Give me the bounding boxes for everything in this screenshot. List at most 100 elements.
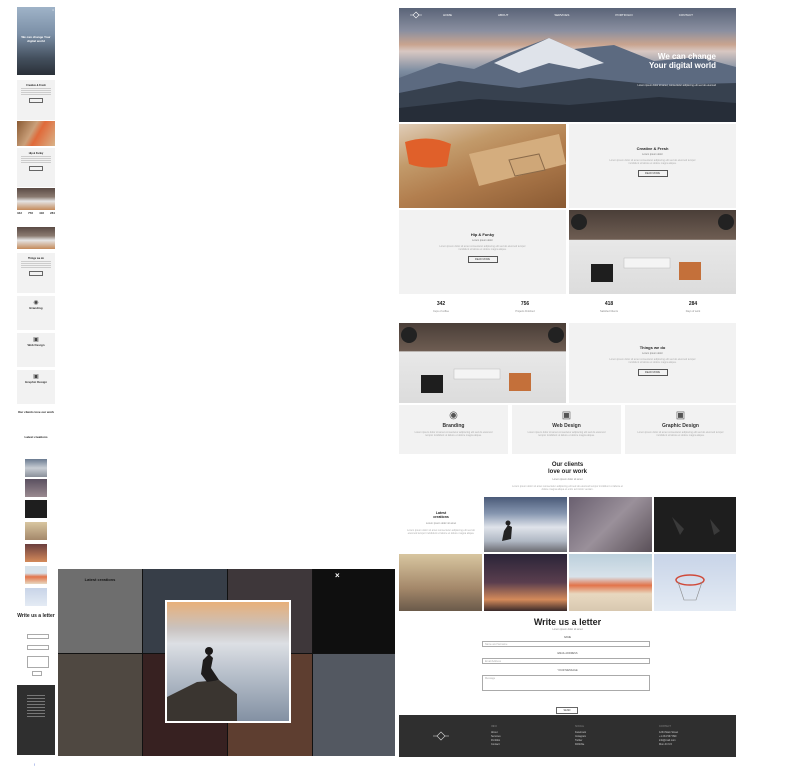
logo-icon[interactable]: [410, 11, 422, 19]
gallery-image-basketball[interactable]: [654, 554, 736, 611]
stat-value: 342: [436, 301, 446, 307]
mobile-section-title: Things we do: [28, 257, 44, 260]
nav-home[interactable]: HOME: [443, 13, 452, 17]
footer-col-title: INFO: [491, 725, 497, 728]
section-title: Things we do: [639, 345, 666, 350]
hero-title-line2: Your digital world: [649, 61, 716, 70]
read-more-button[interactable]: READ MORE: [637, 170, 668, 177]
image-icon: ▣: [675, 410, 686, 421]
hero-subtitle: Lorem ipsum dolor sit amet, consectetur …: [637, 84, 716, 87]
hero-section: HOME ABOUT SERVICES PORTFOLIO CONTACT We…: [399, 8, 736, 122]
mobile-stat: 342: [17, 211, 23, 215]
creative-section: Creative & Fresh Lorem ipsum dolor Lorem…: [569, 124, 736, 208]
nav-contact[interactable]: CONTACT: [679, 13, 693, 17]
stat-item: 756 Projects Finished: [495, 301, 555, 313]
message-label: YOUR MESSAGE: [557, 669, 578, 672]
gallery-image-hand[interactable]: [569, 497, 652, 552]
things-section: Things we do Lorem ipsum dolor Lorem ips…: [569, 323, 736, 403]
contact-section: Write us a letter Lorem ipsum dolor sit …: [399, 617, 736, 631]
gallery-image-beach[interactable]: [569, 554, 652, 611]
mobile-section-title: Creative & Fresh: [26, 84, 46, 87]
service-title: Branding: [442, 423, 465, 429]
photo-person-on-rock: [167, 647, 237, 721]
mobile-clients-title: Our clients love our work: [17, 410, 54, 414]
mobile-gallery-image[interactable]: [25, 566, 47, 584]
message-textarea[interactable]: Message: [482, 675, 650, 691]
hands-illustration: [672, 517, 720, 535]
mobile-read-more-button[interactable]: [29, 271, 43, 276]
latest-text: Lorem ipsum dolor sit amet consectetur a…: [407, 529, 475, 535]
latest-title-line2: creations: [433, 515, 449, 519]
desk-items-illustration: [571, 214, 734, 282]
mobile-workspace-image: [17, 188, 55, 210]
footer-link[interactable]: Dribbble: [575, 743, 586, 747]
mobile-write-title: Write us a letter: [17, 613, 55, 619]
email-input[interactable]: Email Address: [482, 658, 650, 664]
service-web-design: ▣ Web Design Lorem ipsum dolor sit amet …: [512, 405, 621, 454]
gallery-image-clouds[interactable]: [484, 497, 567, 552]
mobile-hero: × We can change Your digital world: [17, 7, 55, 75]
nav-about[interactable]: ABOUT: [498, 13, 508, 17]
section-text: Lorem ipsum dolor sit amet consectetur a…: [609, 159, 696, 165]
email-label: EMAIL ADDRESS: [557, 652, 578, 655]
gallery-image-sunset[interactable]: [484, 554, 567, 611]
mobile-name-input[interactable]: [27, 634, 49, 639]
read-more-button[interactable]: READ MORE: [637, 369, 668, 376]
footer: INFO About Services Portfolio Contact SO…: [399, 715, 736, 757]
clients-section: Our clients love our work Lorem ipsum do…: [399, 462, 736, 491]
read-more-button[interactable]: READ MORE: [467, 256, 498, 263]
mobile-section-things: Things we do: [17, 253, 55, 293]
nav-services[interactable]: SERVICES: [554, 13, 569, 17]
mobile-read-more-button[interactable]: [29, 98, 43, 103]
gallery-image-dark-hands[interactable]: [654, 497, 736, 552]
send-button[interactable]: SEND: [556, 707, 578, 714]
mobile-service-title: Web Design: [27, 343, 45, 347]
footer-link[interactable]: Contact: [491, 743, 501, 747]
mobile-section-title: Hip & Funky: [28, 152, 44, 155]
mobile-gallery-image[interactable]: [25, 522, 47, 540]
contact-title: Write us a letter: [533, 617, 602, 627]
mobile-close-icon[interactable]: ×: [52, 8, 54, 12]
gallery-image-city[interactable]: [399, 554, 482, 611]
mountain-illustration: [399, 38, 736, 122]
service-text: Lorem ipsum dolor sit amet consectetur a…: [637, 431, 724, 437]
latest-subtitle: Lorem ipsum dolor sit amet: [425, 522, 457, 525]
mobile-section-creative: Creative & Fresh: [17, 80, 55, 120]
mobile-gallery-image[interactable]: [25, 459, 47, 477]
section-title: Hip & Funky: [470, 232, 495, 237]
close-icon[interactable]: ×: [335, 571, 340, 580]
mobile-service-graphic: ▣ Graphic Design: [17, 370, 55, 404]
footer-col-info: INFO About Services Portfolio Contact: [491, 725, 501, 747]
mobile-gallery-image[interactable]: [25, 544, 47, 562]
service-title: Graphic Design: [662, 423, 699, 429]
stat-value: 284: [688, 301, 698, 307]
service-title: Web Design: [552, 423, 581, 429]
mobile-desk-image: [17, 121, 55, 146]
mobile-gallery-image[interactable]: [25, 588, 47, 606]
stat-caption: Projects Finished: [515, 310, 535, 313]
section-text: Lorem ipsum dolor sit amet consectetur a…: [439, 245, 526, 251]
mobile-send-button[interactable]: [32, 671, 42, 676]
footer-logo-icon[interactable]: [433, 731, 449, 741]
main-nav: HOME ABOUT SERVICES PORTFOLIO CONTACT: [443, 13, 693, 17]
section-text: Lorem ipsum dolor sit amet consectetur a…: [609, 358, 696, 364]
stat-value: 418: [604, 301, 614, 307]
monitor-icon: ▣: [33, 337, 39, 343]
stat-caption: Satisfied Clients: [600, 310, 618, 313]
section-subtitle: Lorem ipsum dolor: [642, 352, 663, 355]
mobile-read-more-button[interactable]: [29, 166, 43, 171]
mobile-message-input[interactable]: [27, 656, 49, 668]
service-text: Lorem ipsum dolor sit amet consectetur a…: [527, 431, 606, 437]
mobile-email-input[interactable]: [27, 645, 49, 650]
name-input[interactable]: Name and Surname: [482, 641, 650, 647]
stat-caption: Cups of coffee: [432, 310, 450, 313]
mobile-gallery-image[interactable]: [25, 500, 47, 518]
name-placeholder: Name and Surname: [485, 643, 508, 646]
mobile-gallery-image[interactable]: [25, 479, 47, 497]
stats-section: 342 Cups of coffee 756 Projects Finished…: [399, 301, 736, 323]
nav-portfolio[interactable]: PORTFOLIO: [615, 13, 632, 17]
orange-chair-illustration: [405, 134, 566, 186]
lightbox-preview: Latest creations ×: [58, 569, 395, 756]
workspace-image-2: [399, 323, 566, 403]
clients-title-line2: love our work: [547, 469, 587, 475]
